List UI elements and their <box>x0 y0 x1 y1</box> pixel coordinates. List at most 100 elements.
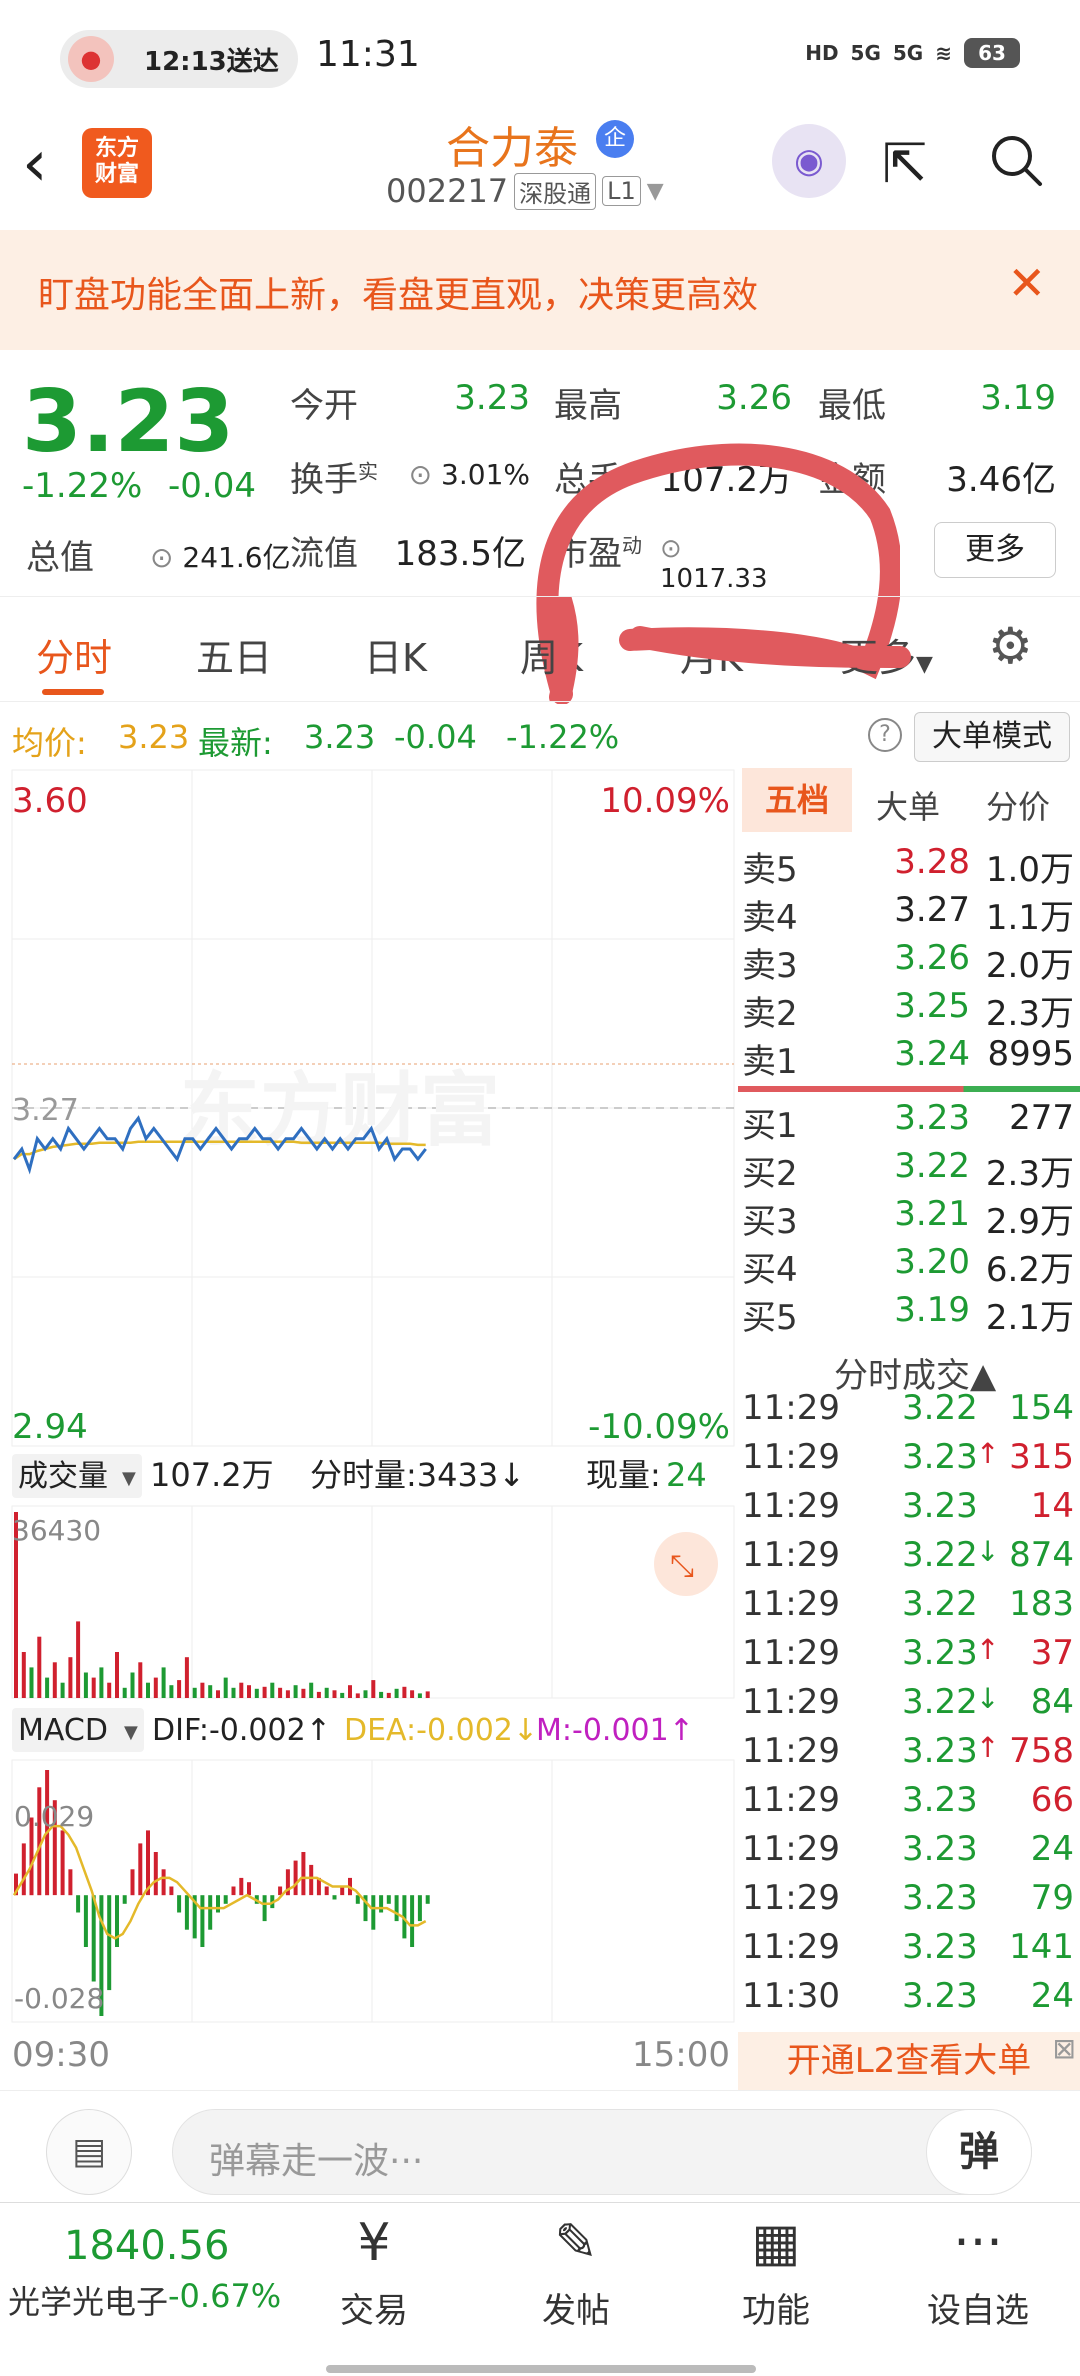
tick-price: 3.23 <box>902 1878 978 1918</box>
volume-bar <box>208 1685 213 1698</box>
tick-time: 11:29 <box>742 1731 840 1771</box>
search-icon[interactable] <box>986 130 1046 203</box>
promo-banner[interactable]: 盯盘功能全面上新，看盘更直观，决策更高效 ✕ <box>0 230 1080 350</box>
macd-bar <box>324 1886 329 1896</box>
level-price: 3.19 <box>894 1290 970 1330</box>
close-icon[interactable]: ⊠ <box>1053 2032 1076 2065</box>
big-order-mode-button[interactable]: 大单模式 <box>914 712 1070 762</box>
more-button[interactable]: 更多 <box>934 522 1056 578</box>
volume-bar <box>91 1677 96 1698</box>
tick-volume: 874 <box>1009 1535 1074 1575</box>
tick-time: 11:29 <box>742 1633 840 1673</box>
order-book: 五档 大单 分价 卖5 3.28 1.0万 卖4 3.27 1.1万 卖3 3.26 2.0万卖… <box>738 768 1080 2090</box>
delivery-pill[interactable]: ● 12:13送达 <box>60 30 298 88</box>
danmu-toggle-button[interactable]: 弹 <box>926 2109 1032 2195</box>
macd-bar <box>239 1877 244 1896</box>
order-level[interactable]: 卖5 3.28 1.0万 <box>738 842 1080 890</box>
info-icon[interactable]: ⊙ <box>409 458 432 491</box>
tick-price: 3.23 <box>902 1927 978 1967</box>
tick-row: 11:29 3.23 ↑ 758 <box>738 1731 1080 1779</box>
macd-bar <box>208 1895 213 1930</box>
order-level[interactable]: 卖4 3.27 1.1万 <box>738 890 1080 938</box>
level-volume: 2.9万 <box>985 1202 1074 1242</box>
tab-daily-k[interactable]: 日K <box>364 627 427 682</box>
order-level[interactable]: 买1 3.23 277 <box>738 1098 1080 1146</box>
macd-bar <box>293 1860 298 1896</box>
macd-bar <box>371 1895 376 1930</box>
comment-bar: ▤ 弹幕走一波··· 弹 <box>0 2090 1080 2202</box>
volume-bar <box>301 1688 306 1698</box>
tick-price: 3.22 <box>902 1388 978 1428</box>
nav-add-watchlist[interactable]: ··· 设自选 <box>908 2213 1048 2332</box>
tick-arrow: ↑ <box>976 1437 1000 1470</box>
time-start-label: 09:30 <box>12 2035 110 2075</box>
volume-bar <box>177 1680 182 1698</box>
turnover-value: ⊙ 3.01% <box>390 458 530 491</box>
volume-bar <box>68 1657 73 1698</box>
total-value-text: 241.6亿 <box>182 541 291 574</box>
tick-price: 3.23 <box>902 1633 978 1673</box>
tab-big-orders[interactable]: 大单 <box>876 782 940 828</box>
nav-trade[interactable]: ¥ 交易 <box>304 2213 444 2332</box>
volume-bar <box>169 1685 174 1698</box>
tab-price-dist[interactable]: 分价 <box>986 782 1050 828</box>
assistant-robot-icon[interactable]: ◉ <box>772 124 846 198</box>
volume-total: 107.2万 <box>150 1456 274 1494</box>
m-value: M:-0.001↑ <box>536 1713 694 1748</box>
intraday-chart[interactable]: 东方财富 3.60 10.09% 3.27 2.94 -10.09% 成交量 ▼… <box>0 768 740 2088</box>
back-icon[interactable]: ‹ <box>22 132 48 196</box>
tick-volume: 37 <box>1030 1633 1074 1673</box>
tick-volume: 141 <box>1009 1927 1074 1967</box>
yen-icon: ¥ <box>357 2213 391 2273</box>
order-level[interactable]: 买4 3.20 6.2万 <box>738 1242 1080 1290</box>
order-level[interactable]: 买3 3.21 2.9万 <box>738 1194 1080 1242</box>
level-price: 3.27 <box>894 890 970 930</box>
time-end-label: 15:00 <box>632 2035 730 2075</box>
info-icon[interactable]: ⊙ <box>150 541 173 574</box>
macd-bar <box>130 1869 135 1896</box>
stock-code-row[interactable]: 002217 深股通 L1 ▼ <box>386 172 664 210</box>
volume-bar <box>122 1687 127 1698</box>
order-level[interactable]: 买5 3.19 2.1万 <box>738 1290 1080 1338</box>
clock: 11:31 <box>316 34 420 75</box>
order-level[interactable]: 卖3 3.26 2.0万 <box>738 938 1080 986</box>
comment-settings-icon[interactable]: ▤ <box>46 2109 132 2195</box>
level-price: 3.22 <box>894 1146 970 1186</box>
tab-5day[interactable]: 五日 <box>196 627 272 682</box>
l2-promo[interactable]: 开通L2查看大单 <box>738 2032 1080 2090</box>
tick-row: 11:29 3.23 ↑ 315 <box>738 1437 1080 1485</box>
nav-post[interactable]: ✎ 发帖 <box>506 2213 646 2332</box>
gear-icon[interactable]: ⚙ <box>988 617 1033 675</box>
level-price: 3.25 <box>894 986 970 1026</box>
tick-time: 11:29 <box>742 1388 840 1428</box>
volume-bar <box>425 1691 430 1698</box>
now-volume: 24 <box>666 1456 707 1494</box>
nav-functions[interactable]: ▦ 功能 <box>706 2213 846 2332</box>
volume-bar <box>115 1652 119 1698</box>
change-amount: -0.04 <box>168 466 256 506</box>
share-icon[interactable]: ⇱ <box>882 132 927 195</box>
tick-arrow: ↑ <box>976 1731 1000 1764</box>
order-level[interactable]: 卖2 3.25 2.3万 <box>738 986 1080 1034</box>
tick-row: 11:29 3.22 ↓ 874 <box>738 1535 1080 1583</box>
tab-intraday[interactable]: 分时 <box>36 627 112 682</box>
volume-bar <box>363 1690 368 1698</box>
macd-bar <box>301 1852 306 1896</box>
help-icon[interactable]: ? <box>868 718 902 752</box>
order-level[interactable]: 买2 3.22 2.3万 <box>738 1146 1080 1194</box>
tick-row: 11:29 3.23 79 <box>738 1878 1080 1926</box>
volume-bar <box>371 1680 376 1698</box>
tab-five-levels[interactable]: 五档 <box>742 768 852 832</box>
danmu-input[interactable]: 弹幕走一波··· <box>172 2109 1032 2195</box>
volume-bar <box>293 1685 298 1698</box>
tick-volume: 24 <box>1030 1829 1074 1869</box>
hd-icon: HD <box>805 41 839 65</box>
close-icon[interactable]: ✕ <box>1007 256 1046 310</box>
order-level[interactable]: 卖1 3.24 8995 <box>738 1034 1080 1082</box>
stock-name[interactable]: 合力泰 <box>446 112 578 176</box>
macd-bar <box>410 1895 415 1947</box>
avg-price-row: 均价: 3.23 最新: 3.23 -0.04 -1.22% ? 大单模式 <box>0 704 1080 768</box>
amount-value: 3.46亿 <box>946 460 1056 500</box>
volume-bar <box>223 1677 228 1698</box>
macd-bar <box>379 1895 384 1913</box>
